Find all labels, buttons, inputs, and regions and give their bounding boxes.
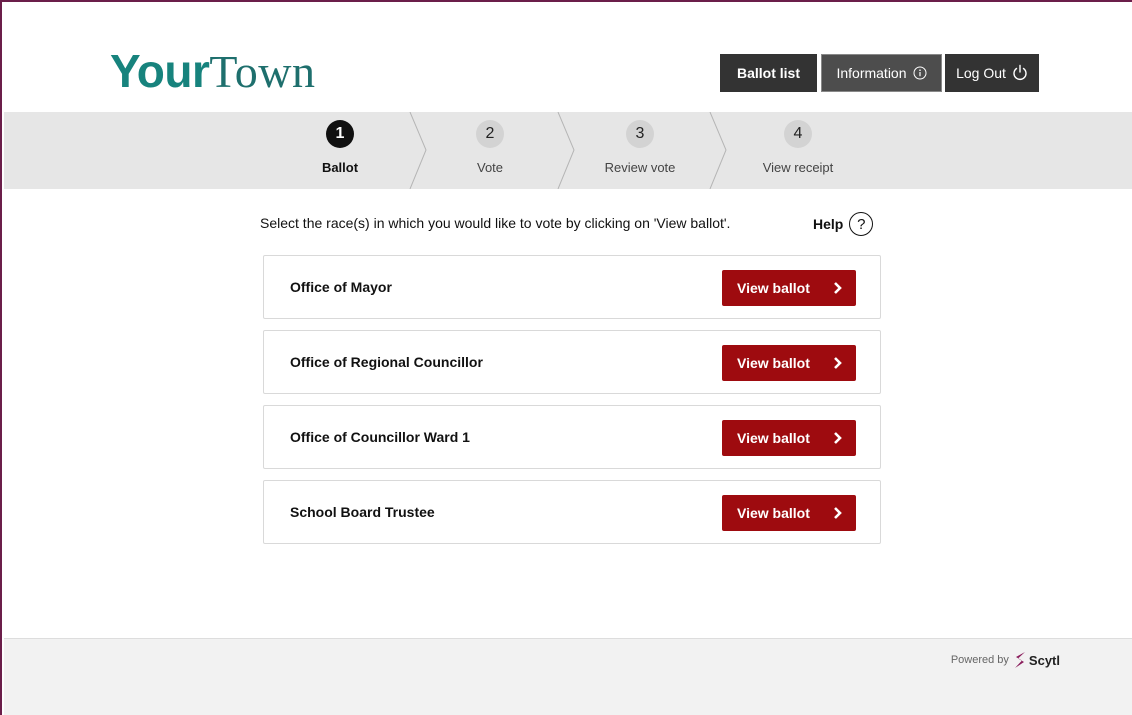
race-card-mayor: Office of Mayor View ballot: [263, 255, 881, 319]
view-ballot-button[interactable]: View ballot: [722, 345, 856, 381]
chevron-right-icon: [834, 432, 842, 444]
scytl-logo: Scytl: [1013, 651, 1060, 669]
view-ballot-button[interactable]: View ballot: [722, 495, 856, 531]
logout-button[interactable]: Log Out: [945, 54, 1039, 92]
step-label: Vote: [476, 160, 504, 175]
help-link[interactable]: Help ?: [813, 212, 874, 236]
logout-label: Log Out: [956, 65, 1006, 81]
race-name: Office of Regional Councillor: [290, 354, 483, 370]
step-review-vote: 3 Review vote: [580, 112, 700, 189]
step-number: 4: [784, 120, 812, 148]
race-card-regional-councillor: Office of Regional Councillor View ballo…: [263, 330, 881, 394]
view-ballot-button[interactable]: View ballot: [722, 270, 856, 306]
chevron-right-icon: [834, 357, 842, 369]
step-label: Review vote: [604, 160, 676, 175]
step-number: 1: [326, 120, 354, 148]
step-label: View receipt: [762, 160, 834, 175]
race-name: Office of Mayor: [290, 279, 392, 295]
yourtown-logo: YourTown: [110, 45, 316, 97]
race-name: School Board Trustee: [290, 504, 435, 520]
step-divider-icon: [557, 112, 575, 189]
powered-by-label: Powered by: [950, 654, 1009, 666]
step-number: 2: [476, 120, 504, 148]
footer: Powered by Scytl: [4, 638, 1132, 715]
chevron-right-icon: [834, 282, 842, 294]
race-card-school-board-trustee: School Board Trustee View ballot: [263, 480, 881, 544]
information-label: Information: [836, 65, 907, 81]
logo-part-your: Your: [110, 45, 210, 97]
info-icon: [913, 66, 927, 80]
step-vote: 2 Vote: [440, 112, 540, 189]
help-question-icon: ?: [849, 212, 874, 236]
header: YourTown Ballot list Information Log Out: [2, 2, 1132, 112]
view-ballot-label: View ballot: [737, 280, 810, 296]
step-divider-icon: [709, 112, 727, 189]
chevron-right-icon: [834, 507, 842, 519]
race-name: Office of Councillor Ward 1: [290, 429, 470, 445]
help-label: Help: [813, 216, 844, 232]
ballot-list-button[interactable]: Ballot list: [720, 54, 817, 92]
information-button[interactable]: Information: [821, 54, 942, 92]
view-ballot-label: View ballot: [737, 355, 810, 371]
race-card-councillor-ward-1: Office of Councillor Ward 1 View ballot: [263, 405, 881, 469]
step-label: Ballot: [321, 160, 359, 175]
powered-by: Powered by Scytl: [951, 651, 1060, 669]
instruction-text: Select the race(s) in which you would li…: [260, 215, 731, 231]
scytl-brand-text: Scytl: [1028, 652, 1060, 668]
view-ballot-label: View ballot: [737, 430, 810, 446]
view-ballot-button[interactable]: View ballot: [722, 420, 856, 456]
step-view-receipt: 4 View receipt: [738, 112, 858, 189]
power-icon: [1012, 64, 1028, 82]
progress-stepper: 1 Ballot 2 Vote 3 Review vote 4 View rec…: [4, 112, 1132, 189]
app-frame: YourTown Ballot list Information Log Out: [0, 0, 1132, 715]
logo-part-town: Town: [209, 46, 316, 97]
scytl-icon: [1014, 652, 1025, 668]
step-divider-icon: [409, 112, 427, 189]
step-ballot: 1 Ballot: [290, 112, 390, 189]
ballot-list-label: Ballot list: [736, 65, 800, 81]
step-number: 3: [626, 120, 654, 148]
view-ballot-label: View ballot: [737, 505, 810, 521]
